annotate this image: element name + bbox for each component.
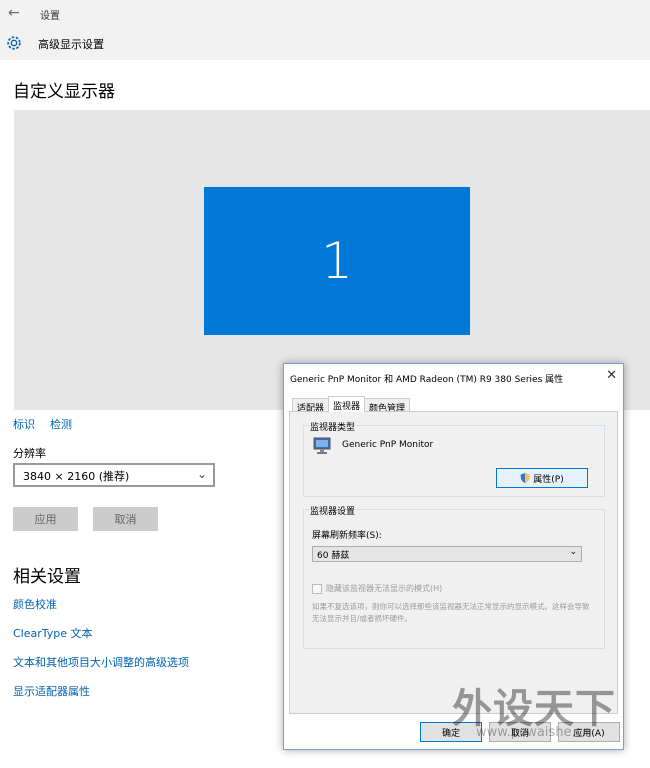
monitor-tile-1[interactable]: 1 xyxy=(204,187,470,335)
watermark-url: www.pcwaishe.cn xyxy=(476,725,591,740)
color-calibration-link[interactable]: 颜色校准 xyxy=(13,596,57,612)
tab-monitor[interactable]: 监视器 xyxy=(328,396,366,412)
dialog-title: Generic PnP Monitor 和 AMD Radeon (TM) R9… xyxy=(290,375,564,385)
refresh-rate-select[interactable]: 60 赫兹 ⌄ xyxy=(312,546,582,562)
properties-button-label: 属性(P) xyxy=(533,474,564,485)
detect-link[interactable]: 检测 xyxy=(50,416,72,432)
monitor-properties-button[interactable]: 属性(P) xyxy=(496,468,588,488)
close-icon[interactable]: ✕ xyxy=(606,368,617,383)
refresh-rate-label: 屏幕刷新频率(S): xyxy=(312,531,382,541)
dialog-tabs: 适配器 监视器 颜色管理 xyxy=(292,396,411,414)
cancel-button[interactable]: 取消 xyxy=(93,507,158,531)
gear-icon xyxy=(7,36,21,50)
apply-button[interactable]: 应用 xyxy=(13,507,78,531)
advanced-sizing-link[interactable]: 文本和其他项目大小调整的高级选项 xyxy=(13,654,189,670)
app-title: 设置 xyxy=(40,11,60,22)
identify-link[interactable]: 标识 xyxy=(13,416,35,432)
monitor-type-group: 监视器类型 Generic PnP Monitor 属性(P) xyxy=(303,420,605,497)
chevron-down-icon: ⌄ xyxy=(196,467,207,481)
tab-adapter[interactable]: 适配器 xyxy=(292,398,330,414)
hide-modes-info: 如果不复选该项，则你可以选择那些该监视器无法正常显示的显示模式。这样会导致无法显… xyxy=(312,602,590,623)
customize-display-title: 自定义显示器 xyxy=(13,82,115,102)
resolution-label: 分辨率 xyxy=(13,447,46,460)
monitor-tab-panel: 监视器类型 Generic PnP Monitor 属性(P) 监视器设置 屏幕… xyxy=(289,411,618,714)
monitor-type-label: 监视器类型 xyxy=(309,420,357,433)
monitor-settings-group: 监视器设置 屏幕刷新频率(S): 60 赫兹 ⌄ 隐藏该监视器无法显示的模式(H… xyxy=(303,504,605,649)
page-heading: 高级显示设置 xyxy=(38,38,104,51)
tab-color-management[interactable]: 颜色管理 xyxy=(364,398,411,414)
title-bar: ← 设置 xyxy=(0,0,650,28)
monitor-icon xyxy=(313,437,331,454)
hide-modes-label: 隐藏该监视器无法显示的模式(H) xyxy=(326,584,443,593)
cleartype-link[interactable]: ClearType 文本 xyxy=(13,625,93,641)
resolution-select[interactable]: 3840 × 2160 (推荐) ⌄ xyxy=(13,463,215,487)
page-header: 高级显示设置 xyxy=(0,28,650,60)
chevron-down-icon: ⌄ xyxy=(569,547,577,557)
back-arrow-icon[interactable]: ← xyxy=(8,5,20,21)
resolution-value: 3840 × 2160 (推荐) xyxy=(23,470,130,483)
hide-modes-checkbox[interactable] xyxy=(312,584,322,594)
shield-icon xyxy=(520,473,530,483)
adapter-properties-link[interactable]: 显示适配器属性 xyxy=(13,683,90,699)
related-settings-title: 相关设置 xyxy=(13,567,81,587)
monitor-name: Generic PnP Monitor xyxy=(342,440,434,450)
refresh-rate-value: 60 赫兹 xyxy=(317,551,350,561)
monitor-settings-label: 监视器设置 xyxy=(309,504,357,517)
